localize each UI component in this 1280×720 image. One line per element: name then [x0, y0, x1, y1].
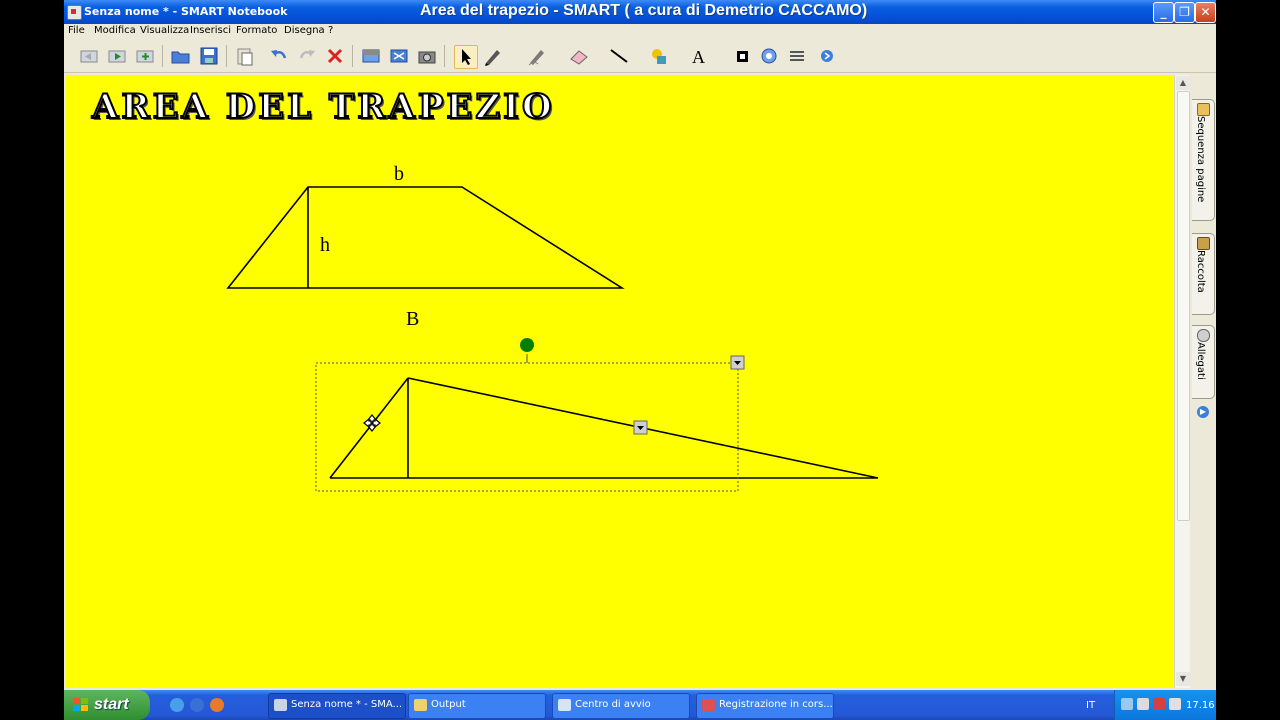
undo-icon[interactable]: [268, 45, 290, 67]
object-menu-icon: [633, 420, 648, 435]
select-icon[interactable]: [454, 45, 478, 69]
line-icon[interactable]: [608, 45, 630, 67]
page-sorter-icon: [1197, 103, 1210, 116]
menu-inserisci[interactable]: Inserisci: [190, 25, 231, 36]
geometry-drawing: [226, 186, 879, 492]
menu-modifica[interactable]: Modifica: [94, 25, 136, 36]
task-label: Centro di avvio: [575, 699, 651, 710]
windows-logo-icon: [73, 698, 88, 711]
tab-sequenza-pagine-label: Sequenza pagine: [1195, 116, 1206, 203]
tab-sequenza-pagine[interactable]: Sequenza pagine: [1192, 99, 1215, 221]
toolbar-separator: [352, 45, 353, 67]
menu-disegna[interactable]: Disegna: [284, 25, 325, 36]
tab-allegati-label: Allegati: [1195, 342, 1206, 380]
launch-center-icon: [558, 699, 571, 711]
task-centro-di-avvio[interactable]: Centro di avvio: [552, 693, 690, 719]
tab-raccolta[interactable]: Raccolta: [1192, 233, 1215, 315]
selection-menu-icon: [730, 355, 745, 370]
quicklaunch-ie-icon[interactable]: [170, 698, 184, 712]
network-icon[interactable]: [1137, 698, 1149, 710]
maximize-button[interactable]: ❐: [1174, 2, 1195, 23]
rotate-handle: [520, 338, 534, 352]
vertical-scrollbar[interactable]: ▲ ▼: [1174, 75, 1191, 688]
delete-icon[interactable]: [324, 45, 346, 67]
gallery-icon: [1197, 237, 1210, 250]
folder-icon: [414, 699, 427, 711]
scroll-up-icon[interactable]: ▲: [1176, 76, 1190, 90]
volume-icon[interactable]: [1169, 698, 1181, 710]
clock: 17.16: [1186, 700, 1215, 711]
pen-icon[interactable]: [482, 45, 504, 67]
properties-icon[interactable]: [758, 45, 780, 67]
selection-box: [315, 362, 739, 492]
menu-bar: File Modifica Visualizza Inserisci Forma…: [64, 24, 1216, 40]
redo-icon[interactable]: [296, 45, 318, 67]
label-h: h: [320, 234, 330, 256]
toolbar-separator: [162, 45, 163, 67]
scroll-down-icon[interactable]: ▼: [1176, 672, 1190, 686]
whiteboard-canvas[interactable]: AREA DEL TRAPEZIO b h B: [66, 75, 1174, 688]
label-b: b: [394, 163, 404, 185]
taskbar: start Senza nome * - SMA... Output Centr…: [64, 690, 1216, 720]
tab-raccolta-label: Raccolta: [1195, 250, 1206, 293]
toolbar-move-icon[interactable]: [786, 45, 808, 67]
close-button[interactable]: ✕: [1195, 2, 1216, 23]
title-bar: Senza nome * - SMART Notebook Area del t…: [64, 0, 1216, 24]
toolbar-separator: [444, 45, 445, 67]
trapezoid-shape: [226, 186, 625, 289]
previous-page-icon[interactable]: [78, 45, 100, 67]
eraser-icon[interactable]: [568, 45, 590, 67]
save-icon[interactable]: [198, 45, 220, 67]
task-label: Senza nome * - SMA...: [291, 699, 403, 710]
task-smart-notebook[interactable]: Senza nome * - SMA...: [268, 693, 406, 719]
tab-allegati[interactable]: Allegati: [1192, 325, 1215, 399]
scroll-thumb[interactable]: [1177, 91, 1190, 521]
add-page-icon[interactable]: [134, 45, 156, 67]
shapes-icon[interactable]: [648, 45, 670, 67]
creative-pen-icon[interactable]: [526, 45, 548, 67]
text-icon[interactable]: A: [688, 45, 710, 67]
menu-visualizza[interactable]: Visualizza: [140, 25, 189, 36]
menu-formato[interactable]: Formato: [236, 25, 277, 36]
task-registrazione[interactable]: Registrazione in cors...: [696, 693, 834, 719]
toolbar-separator: [226, 45, 227, 67]
window-title: Area del trapezio - SMART ( a cura di De…: [420, 2, 868, 19]
menu-help[interactable]: ?: [328, 25, 333, 36]
fill-icon[interactable]: [732, 45, 754, 67]
system-tray: 17.16: [1114, 690, 1216, 720]
smart-notebook-icon: [274, 699, 287, 711]
start-button[interactable]: start: [64, 690, 150, 720]
task-label: Output: [431, 699, 466, 710]
language-indicator[interactable]: IT: [1086, 700, 1095, 711]
recorder-icon: [702, 699, 715, 711]
minimize-button[interactable]: _: [1153, 2, 1174, 23]
open-icon[interactable]: [170, 45, 192, 67]
next-page-icon[interactable]: [106, 45, 128, 67]
label-B: B: [406, 308, 420, 330]
full-screen-icon[interactable]: [388, 45, 410, 67]
screen-shade-icon[interactable]: [360, 45, 382, 67]
security-icon[interactable]: [1153, 698, 1165, 710]
more-icon[interactable]: [816, 45, 838, 67]
transformed-triangle-shape: [329, 377, 879, 479]
collapse-sidebar-icon[interactable]: ▶: [1197, 406, 1209, 418]
tray-expand-icon[interactable]: [1121, 698, 1133, 710]
smart-notebook-window: Senza nome * - SMART Notebook Area del t…: [64, 0, 1216, 720]
side-tabs: Sequenza pagine Raccolta Allegati ▶: [1190, 75, 1216, 688]
quicklaunch-desktop-icon[interactable]: [190, 698, 204, 712]
task-label: Registrazione in cors...: [719, 699, 833, 710]
start-label: start: [94, 696, 129, 713]
paste-icon[interactable]: [234, 45, 256, 67]
smart-notebook-icon: [67, 5, 82, 20]
task-output[interactable]: Output: [408, 693, 546, 719]
paperclip-icon: [1197, 329, 1210, 342]
toolbar: A: [64, 40, 1216, 73]
app-title: Senza nome * - SMART Notebook: [84, 5, 288, 18]
menu-file[interactable]: File: [68, 25, 85, 36]
capture-icon[interactable]: [416, 45, 438, 67]
quicklaunch-firefox-icon[interactable]: [210, 698, 224, 712]
svg-text:A: A: [692, 47, 705, 67]
